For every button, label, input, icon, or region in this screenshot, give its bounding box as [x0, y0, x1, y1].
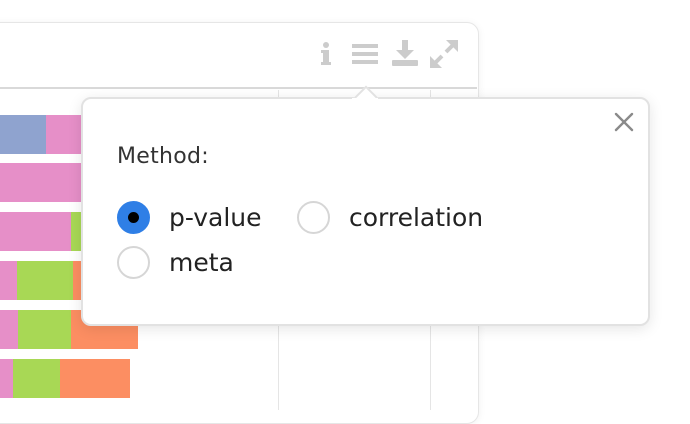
chart-bar-segment [0, 261, 17, 300]
radio-option-meta[interactable]: meta [117, 246, 234, 279]
radio-label: meta [169, 248, 234, 277]
toolbar-divider [0, 87, 477, 89]
chart-bar-segment [60, 359, 130, 398]
radio-label: p-value [169, 203, 262, 232]
chart-bar-segment [13, 359, 60, 398]
method-title: Method: [117, 144, 210, 169]
radio-unchecked-icon[interactable] [117, 246, 150, 279]
chart-bar-segment [0, 359, 13, 398]
radio-unchecked-icon[interactable] [297, 201, 330, 234]
popover-pointer [351, 84, 379, 98]
download-icon[interactable] [392, 40, 418, 68]
chart-bar-segment [46, 115, 86, 154]
chart-bar-segment [0, 212, 71, 251]
radio-label: correlation [349, 203, 484, 232]
radio-option-correlation[interactable]: correlation [297, 201, 483, 234]
chart-bar-segment [17, 261, 73, 300]
radio-option-p-value[interactable]: p-value [117, 201, 262, 234]
close-icon[interactable] [612, 110, 636, 134]
chart-bar-segment [0, 115, 46, 154]
radio-checked-icon[interactable] [117, 201, 150, 234]
expand-icon[interactable] [430, 40, 458, 68]
chart-bar-segment [0, 163, 86, 202]
chart-bar-segment [0, 310, 18, 349]
chart-bar-segment [18, 310, 71, 349]
info-icon[interactable] [315, 40, 341, 68]
menu-icon[interactable] [352, 40, 378, 68]
